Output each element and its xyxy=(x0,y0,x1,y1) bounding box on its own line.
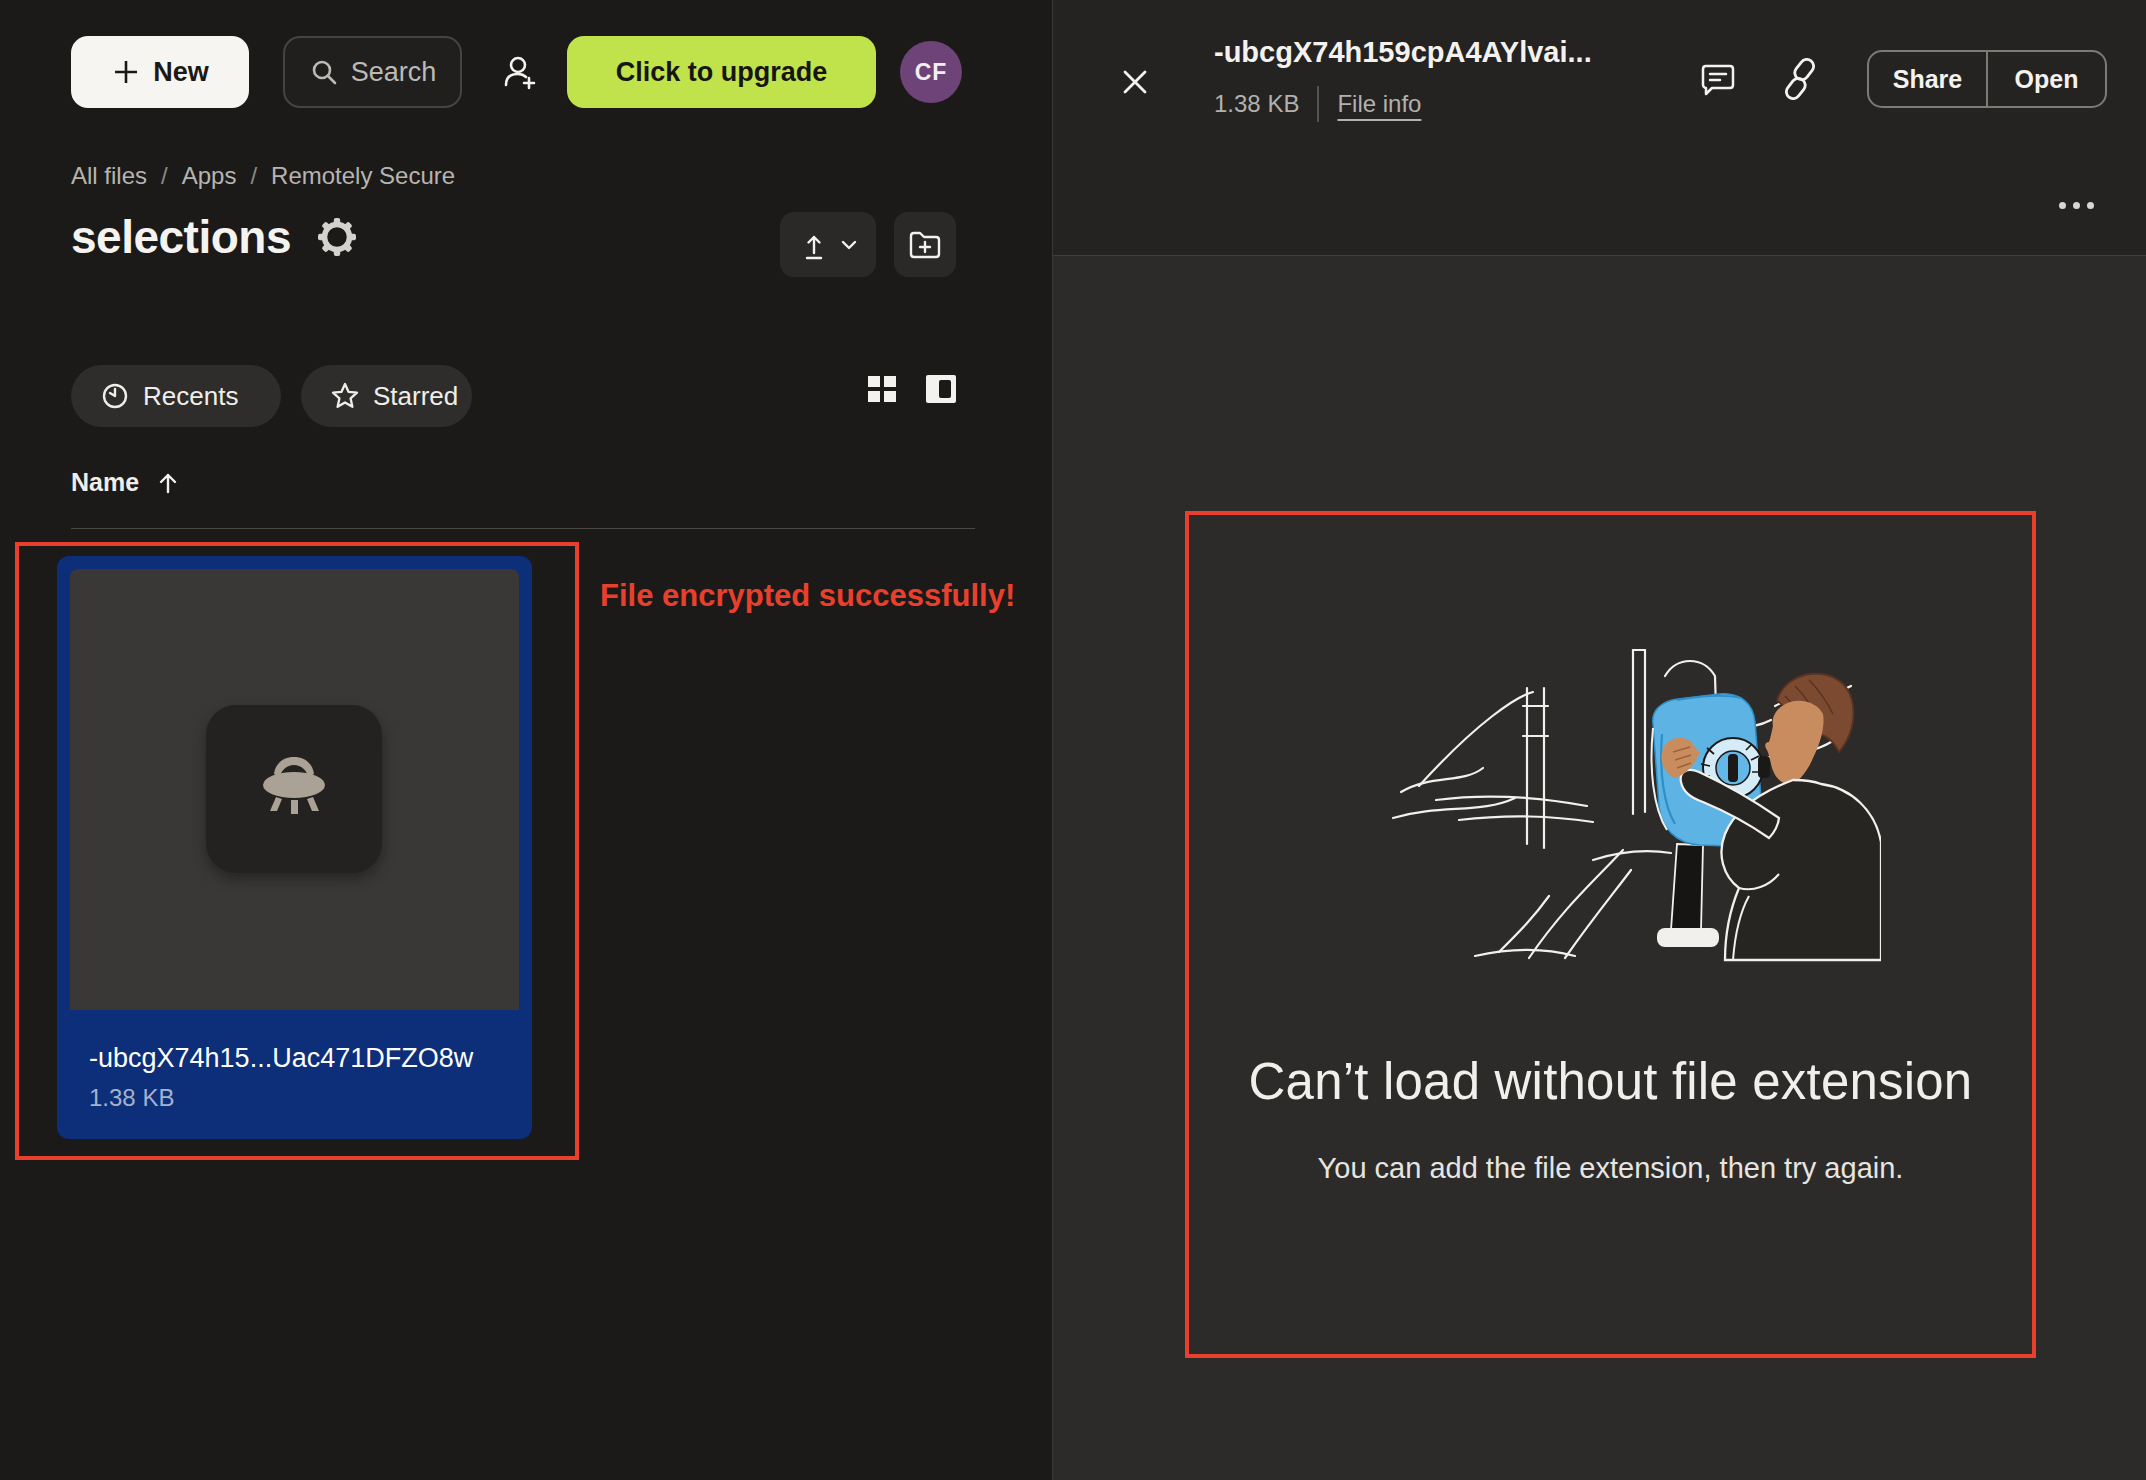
chevron-down-icon xyxy=(839,235,859,255)
invite-members-icon[interactable] xyxy=(496,50,540,94)
share-button[interactable]: Share xyxy=(1869,52,1986,106)
error-heading: Can’t load without file extension xyxy=(1185,1052,2036,1111)
breadcrumb-all-files[interactable]: All files xyxy=(71,162,147,190)
upgrade-button[interactable]: Click to upgrade xyxy=(567,36,876,108)
annotation-text: File encrypted successfully! xyxy=(600,578,1015,614)
new-folder-button[interactable] xyxy=(894,212,956,277)
search-button-label: Search xyxy=(351,57,437,88)
open-button[interactable]: Open xyxy=(1988,52,2105,106)
viewer-illustration xyxy=(1381,630,1881,970)
page-title-row: selections xyxy=(71,210,357,264)
new-button-label: New xyxy=(153,57,209,88)
breadcrumb-separator: / xyxy=(161,162,168,190)
filter-recents-label: Recents xyxy=(143,381,238,412)
meta-divider xyxy=(1317,86,1319,122)
more-options-icon[interactable] xyxy=(2053,192,2099,218)
grid-view-icon[interactable] xyxy=(861,368,903,410)
filter-recents[interactable]: Recents xyxy=(71,365,281,427)
filter-starred-label: Starred xyxy=(373,381,458,412)
star-icon xyxy=(329,380,361,412)
file-info-link[interactable]: File info xyxy=(1337,90,1421,118)
dropbox-app: New Search Click to upgrade CF All files… xyxy=(0,0,2146,1480)
preview-panel: -ubcgX74h159cpA4AYlvai... 1.38 KB File i… xyxy=(1052,0,2146,1480)
file-thumbnail xyxy=(70,569,519,1010)
comments-icon[interactable] xyxy=(1697,58,1739,100)
new-button[interactable]: New xyxy=(71,36,249,108)
files-panel: New Search Click to upgrade CF All files… xyxy=(0,0,1052,1480)
preview-file-size: 1.38 KB xyxy=(1214,90,1299,118)
avatar[interactable]: CF xyxy=(900,41,962,103)
upload-button[interactable] xyxy=(780,212,876,277)
plus-icon xyxy=(111,57,141,87)
breadcrumb: All files / Apps / Remotely Secure xyxy=(71,162,455,190)
close-icon[interactable] xyxy=(1115,62,1155,102)
search-icon xyxy=(309,57,339,87)
breadcrumb-remotely-secure[interactable]: Remotely Secure xyxy=(271,162,455,190)
file-size: 1.38 KB xyxy=(89,1084,174,1112)
column-header-name[interactable]: Name xyxy=(71,468,181,497)
sort-ascending-icon xyxy=(155,470,181,496)
split-view-icon[interactable] xyxy=(920,368,962,410)
preview-header: -ubcgX74h159cpA4AYlvai... 1.38 KB File i… xyxy=(1053,0,2146,256)
page-title: selections xyxy=(71,210,291,264)
list-divider xyxy=(71,528,975,529)
clock-icon xyxy=(99,380,131,412)
name-header-label: Name xyxy=(71,468,139,497)
search-button[interactable]: Search xyxy=(283,36,462,108)
folder-settings-gear-icon[interactable] xyxy=(317,217,357,257)
file-name: -ubcgX74h15...Uac471DFZO8w xyxy=(89,1043,509,1074)
filter-starred[interactable]: Starred xyxy=(301,365,472,427)
breadcrumb-apps[interactable]: Apps xyxy=(182,162,237,190)
share-open-group: Share Open xyxy=(1867,50,2107,108)
preview-meta: 1.38 KB File info xyxy=(1214,86,1421,122)
file-type-tile xyxy=(206,705,382,873)
error-subtext: You can add the file extension, then try… xyxy=(1185,1152,2036,1185)
preview-file-title: -ubcgX74h159cpA4AYlvai... xyxy=(1214,36,1592,69)
breadcrumb-separator: / xyxy=(250,162,257,190)
ufo-icon xyxy=(246,749,342,829)
copy-link-icon[interactable] xyxy=(1779,58,1821,100)
file-tile-selected[interactable]: -ubcgX74h15...Uac471DFZO8w 1.38 KB xyxy=(57,556,532,1139)
